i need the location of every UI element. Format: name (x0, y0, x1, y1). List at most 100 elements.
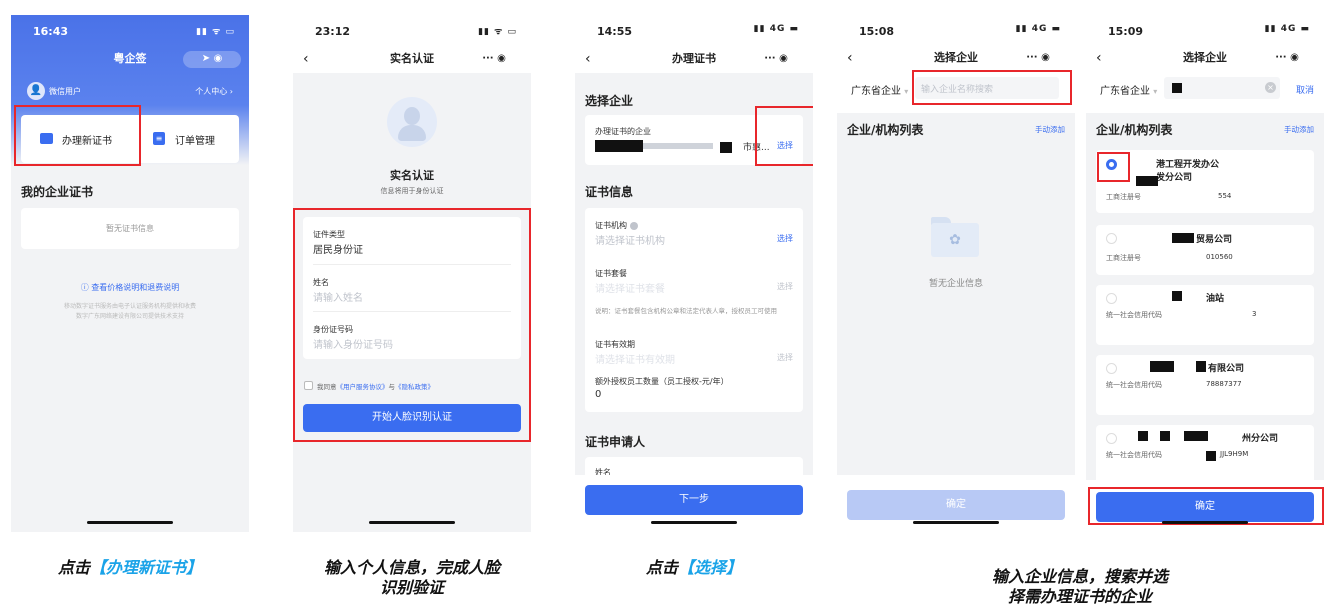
next-button[interactable]: 下一步 (585, 485, 803, 515)
user-center-link[interactable]: 个人中心 › (195, 86, 233, 97)
confirm-button-disabled[interactable]: 确定 (847, 490, 1065, 520)
status-time: 14:55 (597, 25, 633, 38)
status-time: 16:43 (33, 25, 69, 38)
highlight-box (755, 106, 813, 166)
page-title: 粤企签 (113, 52, 147, 65)
back-icon[interactable]: ‹ (303, 45, 309, 73)
home-indicator (369, 521, 455, 524)
radio-unselected[interactable] (1106, 433, 1117, 444)
status-icons: ▮▮ ᯤ ▭ (196, 27, 235, 37)
home-indicator (87, 521, 173, 524)
item-value: 554 (1218, 192, 1232, 200)
caption-line-2: 择需办理证书的企业 (1007, 587, 1152, 606)
caption-text: 点击 (645, 558, 678, 577)
status-time: 23:12 (315, 25, 351, 38)
region-label: 广东省企业 (1100, 86, 1150, 97)
capsule-menu[interactable]: ··· ◉ (1009, 50, 1067, 67)
radio-unselected[interactable] (1106, 363, 1117, 374)
page-title: 办理证书 (672, 52, 716, 65)
footer-line-2: 数字广东网络建设有限公司提供技术支持 (75, 313, 184, 320)
redacted-block (1206, 451, 1216, 461)
item-label: 工商注册号 (1106, 254, 1141, 262)
region-select[interactable]: 广东省企业 ▾ (851, 82, 908, 97)
caption-step-2: 输入个人信息，完成人脸 识别验证 (283, 558, 541, 598)
price-link-text: 查看价格说明和退费说明 (91, 283, 180, 292)
clear-icon[interactable]: × (1265, 82, 1276, 93)
redacted-block (1184, 431, 1208, 441)
info-icon[interactable] (629, 221, 638, 230)
cancel-button[interactable]: 取消 (1296, 83, 1314, 96)
avatar-illustration-icon (387, 97, 437, 147)
redacted-block (1172, 291, 1182, 301)
list-item[interactable]: 贸易公司 工商注册号 010560 (1096, 225, 1314, 275)
manual-add-link[interactable]: 手动添加 (1284, 124, 1314, 135)
status-bar: 15:08 ▮▮ 4G ▬ (837, 15, 1075, 45)
back-icon[interactable]: ‹ (1096, 44, 1102, 72)
section-company: 选择企业 (585, 94, 634, 108)
redacted-block (595, 140, 643, 152)
status-time: 15:08 (859, 25, 895, 38)
capsule-menu[interactable]: ··· ◉ (747, 51, 805, 68)
manual-add-link[interactable]: 手动添加 (1035, 124, 1065, 135)
valid-select[interactable]: 请选择证书有效期 (595, 351, 675, 366)
plan-label: 证书套餐 (595, 269, 627, 278)
search-input[interactable]: × (1164, 77, 1280, 99)
highlight-box (293, 208, 531, 442)
company-name: 州分公司 (1242, 434, 1279, 444)
radio-unselected[interactable] (1106, 293, 1117, 304)
page-title: 实名认证 (390, 52, 434, 65)
section-cert: 证书信息 (585, 185, 634, 199)
company-label: 办理证书的企业 (595, 127, 651, 136)
empty-card: 暂无证书信息 (21, 208, 239, 249)
redacted-block (1138, 431, 1148, 441)
back-icon[interactable]: ‹ (585, 45, 591, 73)
empty-text: 暂无企业信息 (928, 279, 983, 289)
footer-line-1: 移动数字证书服务由电子认证服务机构提供和收费 (63, 303, 196, 310)
screen-apply-cert: 14:55 ▮▮ 4G ▬ ‹ 办理证书 ··· ◉ 选择企业 办理证书的企业 … (575, 15, 813, 532)
capsule-menu[interactable]: ➤ ◉ (183, 51, 241, 68)
list-title: 企业/机构列表 (847, 123, 924, 137)
list-item[interactable]: 州分公司 统一社会信用代码 JJL9H9M (1096, 425, 1314, 485)
item-label: 工商注册号 (1106, 193, 1141, 201)
list-item[interactable]: 油站 统一社会信用代码 3 (1096, 285, 1314, 345)
price-link[interactable]: ⓘ 查看价格说明和退费说明 (11, 282, 249, 293)
org-label: 证书机构 (595, 220, 638, 231)
chevron-down-icon: ▾ (904, 87, 909, 96)
highlight-box (1088, 487, 1324, 525)
status-time: 15:09 (1108, 25, 1144, 38)
empty-folder-icon: ✿ (931, 217, 979, 257)
select-org-button[interactable]: 选择 (777, 233, 793, 244)
radio-unselected[interactable] (1106, 233, 1117, 244)
home-indicator (651, 521, 737, 524)
orders-button[interactable]: ≡ 订单管理 (151, 126, 241, 152)
caption-line-1: 输入企业信息，搜索并选 (991, 567, 1168, 586)
status-bar: 16:43 ▮▮ ᯤ ▭ (11, 15, 249, 45)
extra-input[interactable]: 0 (595, 389, 601, 400)
subheading: 信息将用于身份认证 (380, 187, 444, 195)
select-valid-button[interactable]: 选择 (777, 352, 793, 363)
screen-select-company-empty: 15:08 ▮▮ 4G ▬ ‹ 选择企业 ··· ◉ 广东省企业 ▾ 输入企业名… (837, 15, 1075, 532)
item-value: 78887377 (1206, 380, 1242, 388)
redacted-block (1172, 233, 1194, 243)
orders-label: 订单管理 (175, 136, 215, 147)
org-select[interactable]: 请选择证书机构 (595, 232, 665, 247)
status-icons: ▮▮ 4G ▬ (1264, 24, 1310, 34)
plan-select[interactable]: 请选择证书套餐 (595, 280, 665, 295)
order-icon: ≡ (153, 132, 165, 145)
highlight-box (1097, 152, 1130, 182)
empty-text: 暂无证书信息 (106, 224, 154, 233)
capsule-menu[interactable]: ··· ◉ (1258, 50, 1316, 67)
extra-label: 额外授权员工数量（员工授权-元/年） (595, 377, 729, 386)
screen-real-name: 23:12 ▮▮ ᯤ ▭ ‹ 实名认证 ··· ◉ 实名认证 信息将用于身份认证… (293, 15, 531, 532)
section-applicant: 证书申请人 (585, 435, 646, 449)
select-plan-button[interactable]: 选择 (777, 281, 793, 292)
region-select[interactable]: 广东省企业 ▾ (1100, 82, 1157, 97)
status-bar: 14:55 ▮▮ 4G ▬ (575, 15, 813, 45)
capsule-menu[interactable]: ··· ◉ (465, 51, 523, 68)
heading: 实名认证 (390, 169, 434, 182)
back-icon[interactable]: ‹ (847, 44, 853, 72)
avatar[interactable]: 👤 (27, 82, 45, 100)
caption-step-4: 输入企业信息，搜索并选 择需办理证书的企业 (930, 567, 1230, 607)
redacted-block (1136, 176, 1158, 186)
list-item[interactable]: 有限公司 统一社会信用代码 78887377 (1096, 355, 1314, 415)
